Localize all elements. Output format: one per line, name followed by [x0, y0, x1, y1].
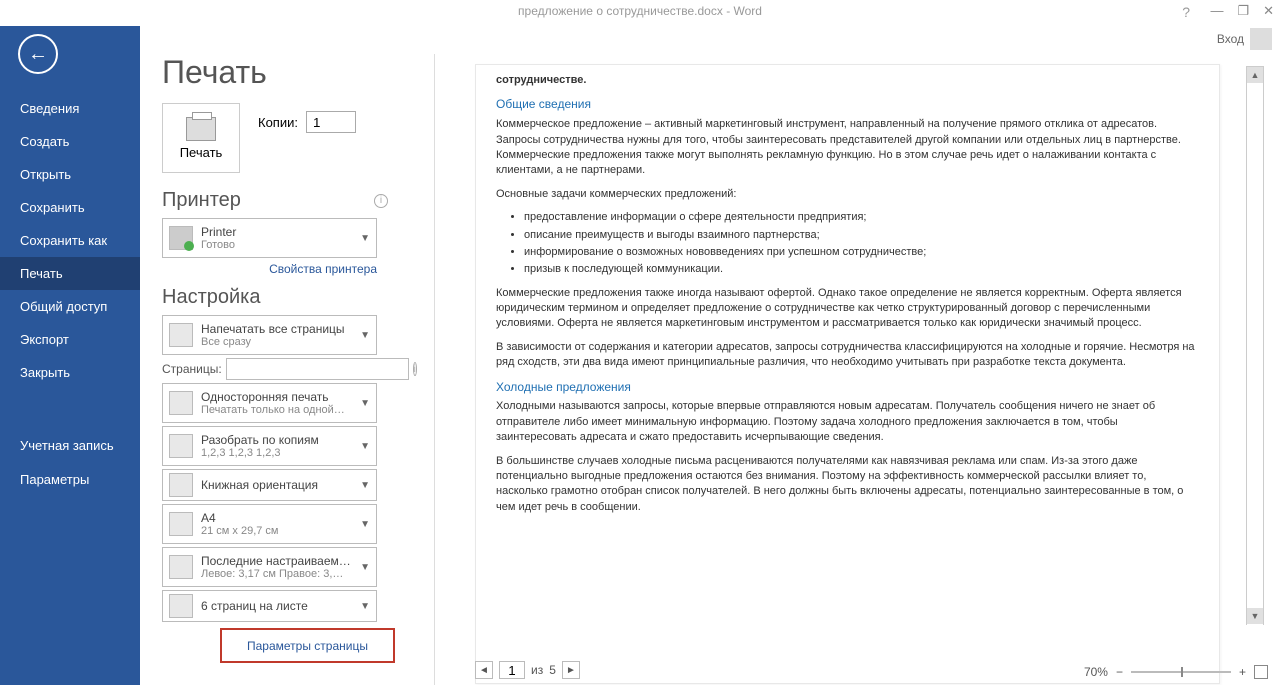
- total-pages: 5: [549, 663, 556, 677]
- margins-icon: [169, 555, 193, 579]
- scroll-up-icon[interactable]: ▲: [1247, 67, 1263, 83]
- margins-dropdown[interactable]: Последние настраиваемые… Левое: 3,17 см …: [162, 547, 377, 587]
- signin[interactable]: Вход: [1217, 28, 1272, 50]
- print-settings: Печать Печать Копии: Принтер i Printer: [162, 54, 422, 685]
- sidebar-item-new[interactable]: Создать: [0, 125, 140, 158]
- preview-scrollbar[interactable]: ▲ ▼: [1246, 66, 1264, 625]
- sides-dropdown[interactable]: Односторонняя печать Печатать только на …: [162, 383, 377, 423]
- current-page-input[interactable]: [499, 661, 525, 679]
- print-preview: сотрудничестве. Общие сведения Коммерчес…: [434, 54, 1280, 685]
- help-icon[interactable]: ?: [1182, 4, 1190, 20]
- restore-icon[interactable]: ❐: [1237, 3, 1249, 19]
- signin-label: Вход: [1217, 32, 1244, 46]
- sidebar-item-close[interactable]: Закрыть: [0, 356, 140, 389]
- collate-dropdown[interactable]: Разобрать по копиям 1,2,3 1,2,3 1,2,3 ▼: [162, 426, 377, 466]
- page-of-label: из: [531, 663, 543, 677]
- chevron-down-icon: ▼: [360, 330, 370, 341]
- sidebar-item-options[interactable]: Параметры: [0, 463, 140, 496]
- chevron-down-icon: ▼: [360, 233, 370, 244]
- one-sided-icon: [169, 391, 193, 415]
- pages-label: Страницы:: [162, 362, 222, 376]
- sidebar-item-open[interactable]: Открыть: [0, 158, 140, 191]
- zoom-value: 70%: [1084, 665, 1108, 679]
- zoom-in-button[interactable]: +: [1239, 665, 1246, 679]
- backstage-sidebar: ← Сведения Создать Открыть Сохранить Сох…: [0, 26, 140, 685]
- window-title: предложение о сотрудничестве.docx - Word: [0, 0, 1280, 18]
- orientation-dropdown[interactable]: Книжная ориентация ▼: [162, 469, 377, 501]
- zoom-out-button[interactable]: −: [1116, 665, 1123, 679]
- printer-icon: [186, 117, 216, 141]
- settings-header: Настройка: [162, 286, 260, 309]
- copies-input[interactable]: [306, 111, 356, 133]
- portrait-icon: [169, 473, 193, 497]
- pages-per-sheet-dropdown[interactable]: 6 страниц на листе ▼: [162, 590, 377, 622]
- printer-dropdown[interactable]: Printer Готово ▼: [162, 218, 377, 258]
- collate-icon: [169, 434, 193, 458]
- pages-icon: [169, 323, 193, 347]
- chevron-down-icon: ▼: [360, 441, 370, 452]
- print-scope-dropdown[interactable]: Напечатать все страницы Все сразу ▼: [162, 315, 377, 355]
- printer-header: Принтер: [162, 189, 241, 212]
- six-up-icon: [169, 594, 193, 618]
- sidebar-item-account[interactable]: Учетная запись: [0, 429, 140, 463]
- chevron-down-icon: ▼: [360, 398, 370, 409]
- avatar-icon: [1250, 28, 1272, 50]
- chevron-down-icon: ▼: [360, 601, 370, 612]
- paper-size-dropdown[interactable]: A4 21 см x 29,7 см ▼: [162, 504, 377, 544]
- copies-label: Копии:: [258, 115, 298, 130]
- sidebar-item-save[interactable]: Сохранить: [0, 191, 140, 224]
- minimize-icon[interactable]: —: [1210, 3, 1223, 19]
- next-page-button[interactable]: ►: [562, 661, 580, 679]
- print-button[interactable]: Печать: [162, 103, 240, 173]
- sidebar-item-info[interactable]: Сведения: [0, 92, 140, 125]
- zoom-control: 70% − +: [1084, 665, 1268, 679]
- info-icon[interactable]: i: [374, 194, 388, 208]
- zoom-to-page-button[interactable]: [1254, 665, 1268, 679]
- document-page: сотрудничестве. Общие сведения Коммерчес…: [475, 64, 1220, 684]
- info-icon[interactable]: i: [413, 362, 417, 376]
- sidebar-item-share[interactable]: Общий доступ: [0, 290, 140, 323]
- sidebar-item-export[interactable]: Экспорт: [0, 323, 140, 356]
- scroll-down-icon[interactable]: ▼: [1247, 608, 1263, 624]
- title-bar: предложение о сотрудничестве.docx - Word…: [0, 0, 1280, 26]
- chevron-down-icon: ▼: [360, 562, 370, 573]
- printer-properties-link[interactable]: Свойства принтера: [269, 262, 377, 276]
- printer-status-icon: [169, 226, 193, 250]
- sidebar-item-print[interactable]: Печать: [0, 257, 140, 290]
- page-navigator: ◄ из 5 ►: [475, 661, 580, 679]
- chevron-down-icon: ▼: [360, 480, 370, 491]
- window-controls: — ❐ ✕: [1210, 3, 1274, 19]
- prev-page-button[interactable]: ◄: [475, 661, 493, 679]
- chevron-down-icon: ▼: [360, 519, 370, 530]
- page-setup-link[interactable]: Параметры страницы: [247, 639, 368, 653]
- sidebar-item-saveas[interactable]: Сохранить как: [0, 224, 140, 257]
- page-title: Печать: [162, 54, 422, 91]
- pages-input[interactable]: [226, 358, 409, 380]
- a4-icon: [169, 512, 193, 536]
- back-button[interactable]: ←: [18, 34, 58, 74]
- zoom-slider[interactable]: [1131, 671, 1231, 673]
- close-icon[interactable]: ✕: [1263, 3, 1274, 19]
